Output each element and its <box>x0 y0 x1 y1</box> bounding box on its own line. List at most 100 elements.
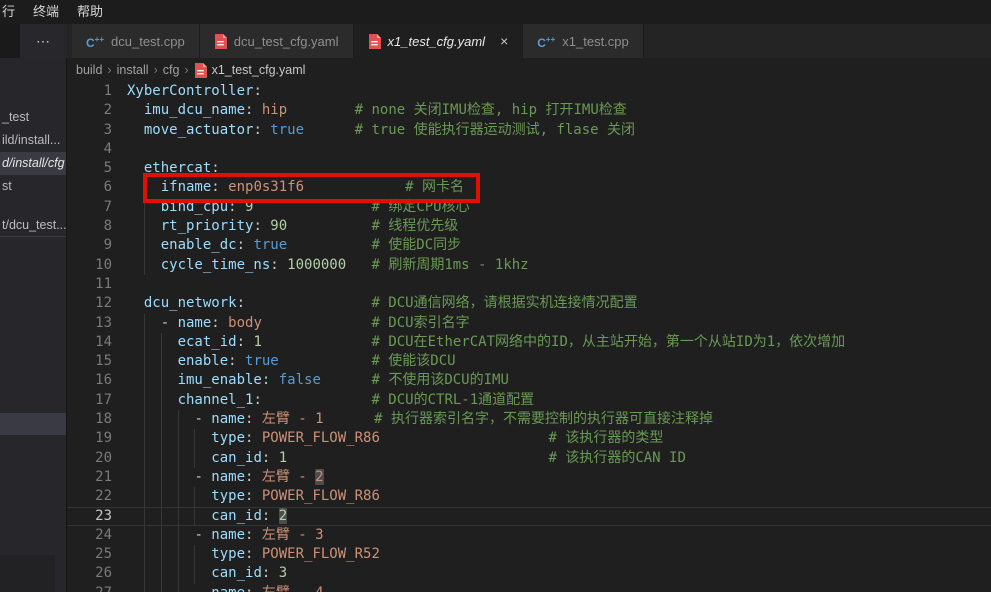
line-number: 25 <box>68 545 112 564</box>
indent-guide <box>144 352 145 371</box>
tab-label: dcu_test_cfg.yaml <box>234 34 339 49</box>
tab-x1_test_cfg.yaml[interactable]: x1_test_cfg.yaml × <box>354 24 524 58</box>
tab-label: x1_test_cfg.yaml <box>388 34 486 49</box>
indent-guide <box>144 314 145 333</box>
breadcrumb-segment-install[interactable]: install <box>117 63 149 77</box>
code-line-14[interactable]: 14 ecat_id: 1 # DCU在EtherCAT网络中的ID，从主站开始… <box>68 333 991 352</box>
sidebar-item[interactable]: _test <box>0 106 66 129</box>
line-content: move_actuator: true # true 使能执行器运动测试, fl… <box>112 121 635 140</box>
indent-guide <box>161 429 162 448</box>
tab-dcu_test_cfg.yaml[interactable]: dcu_test_cfg.yaml <box>200 24 354 58</box>
indent-guide <box>144 256 145 275</box>
line-content <box>112 275 127 294</box>
indent-guide <box>178 584 179 592</box>
line-number: 26 <box>68 564 112 583</box>
line-content: bind_cpu: 9 # 绑定CPU核心 <box>112 198 470 217</box>
line-number: 3 <box>68 121 112 140</box>
indent-guide <box>178 487 179 506</box>
code-line-13[interactable]: 13 - name: body # DCU索引名字 <box>68 314 991 333</box>
code-line-7[interactable]: 7 bind_cpu: 9 # 绑定CPU核心 <box>68 198 991 217</box>
sidebar-item[interactable]: st <box>0 175 66 198</box>
code-line-26[interactable]: 26 can_id: 3 <box>68 564 991 583</box>
code-line-6[interactable]: 6 ifname: enp0s31f6 # 网卡名 <box>68 178 991 197</box>
code-line-24[interactable]: 24 - name: 左臂 - 3 <box>68 526 991 545</box>
breadcrumb: build›install›cfg›x1_test_cfg.yaml <box>68 58 991 82</box>
line-content: can_id: 3 <box>112 564 287 583</box>
code-line-17[interactable]: 17 channel_1: # DCU的CTRL-1通道配置 <box>68 391 991 410</box>
indent-guide <box>161 507 162 526</box>
code-line-27[interactable]: 27 - name: 左臂 - 4 <box>68 584 991 592</box>
line-number: 8 <box>68 217 112 236</box>
line-number: 19 <box>68 429 112 448</box>
tab-x1_test.cpp[interactable]: C++x1_test.cpp <box>523 24 644 58</box>
line-number: 15 <box>68 352 112 371</box>
line-content: type: POWER_FLOW_R52 <box>112 545 380 564</box>
sidebar-item[interactable]: ild/install... <box>0 129 66 152</box>
indent-guide <box>144 391 145 410</box>
line-content: enable: true # 使能该DCU <box>112 352 456 371</box>
indent-guide <box>178 526 179 545</box>
indent-guide <box>194 487 195 506</box>
indent-guide <box>178 468 179 487</box>
indent-guide <box>144 449 145 468</box>
code-line-1[interactable]: 1XyberController: <box>68 82 991 101</box>
code-line-19[interactable]: 19 type: POWER_FLOW_R86 # 该执行器的类型 <box>68 429 991 448</box>
editor[interactable]: 1XyberController:2 imu_dcu_name: hip # n… <box>68 82 991 592</box>
menu-item-run[interactable]: 行 <box>0 0 24 24</box>
indent-guide <box>144 526 145 545</box>
line-content: enable_dc: true # 使能DC同步 <box>112 236 461 255</box>
line-number: 13 <box>68 314 112 333</box>
code-line-8[interactable]: 8 rt_priority: 90 # 线程优先级 <box>68 217 991 236</box>
sidebar-item[interactable]: t/dcu_test... <box>0 214 66 237</box>
chevron-right-icon: › <box>154 63 158 77</box>
line-content: type: POWER_FLOW_R86 <box>112 487 380 506</box>
menu-bar: 行 终端 帮助 <box>0 0 991 24</box>
indent-guide <box>178 507 179 526</box>
line-number: 6 <box>68 178 112 197</box>
more-actions-button[interactable]: ⋯ <box>20 24 67 58</box>
code-line-10[interactable]: 10 cycle_time_ns: 1000000 # 刷新周期1ms - 1k… <box>68 256 991 275</box>
line-number: 17 <box>68 391 112 410</box>
code-line-11[interactable]: 11 <box>68 275 991 294</box>
indent-guide <box>144 371 145 390</box>
breadcrumb-file[interactable]: x1_test_cfg.yaml <box>194 63 306 78</box>
breadcrumb-segment-build[interactable]: build <box>76 63 102 77</box>
code-line-4[interactable]: 4 <box>68 140 991 159</box>
menu-item-help[interactable]: 帮助 <box>68 0 112 24</box>
code-line-22[interactable]: 22 type: POWER_FLOW_R86 <box>68 487 991 506</box>
code-line-2[interactable]: 2 imu_dcu_name: hip # none 关闭IMU检查, hip … <box>68 101 991 120</box>
code-line-21[interactable]: 21 - name: 左臂 - 2 <box>68 468 991 487</box>
line-content: XyberController: <box>112 82 262 101</box>
code-line-16[interactable]: 16 imu_enable: false # 不使用该DCU的IMU <box>68 371 991 390</box>
code-line-12[interactable]: 12 dcu_network: # DCU通信网络，请根据实机连接情况配置 <box>68 294 991 313</box>
line-number: 22 <box>68 487 112 506</box>
close-icon[interactable]: × <box>500 34 508 48</box>
sidebar-highlight-row[interactable] <box>0 413 67 435</box>
code-line-25[interactable]: 25 type: POWER_FLOW_R52 <box>68 545 991 564</box>
line-content: can_id: 1 # 该执行器的CAN ID <box>112 449 686 468</box>
indent-guide <box>144 429 145 448</box>
breadcrumb-segment-cfg[interactable]: cfg <box>163 63 180 77</box>
code-line-15[interactable]: 15 enable: true # 使能该DCU <box>68 352 991 371</box>
sidebar-item[interactable]: d/install/cfg <box>0 152 66 175</box>
line-content: ethercat: <box>112 159 220 178</box>
line-number: 12 <box>68 294 112 313</box>
code-line-18[interactable]: 18 - name: 左臂 - 1 # 执行器索引名字，不需要控制的执行器可直接… <box>68 410 991 429</box>
sidebar-bottom-block <box>0 555 55 592</box>
line-content: cycle_time_ns: 1000000 # 刷新周期1ms - 1khz <box>112 256 529 275</box>
chevron-right-icon: › <box>107 63 111 77</box>
code-line-9[interactable]: 9 enable_dc: true # 使能DC同步 <box>68 236 991 255</box>
code-line-20[interactable]: 20 can_id: 1 # 该执行器的CAN ID <box>68 449 991 468</box>
indent-guide <box>161 391 162 410</box>
tab-dcu_test.cpp[interactable]: C++dcu_test.cpp <box>72 24 200 58</box>
activity-bar-remnant <box>0 24 20 58</box>
menu-item-terminal[interactable]: 终端 <box>24 0 68 24</box>
line-content: imu_enable: false # 不使用该DCU的IMU <box>112 371 509 390</box>
line-number: 14 <box>68 333 112 352</box>
code-line-3[interactable]: 3 move_actuator: true # true 使能执行器运动测试, … <box>68 121 991 140</box>
code-line-23[interactable]: 23 can_id: 2 <box>68 507 991 526</box>
line-number: 16 <box>68 371 112 390</box>
code-line-5[interactable]: 5 ethercat: <box>68 159 991 178</box>
indent-guide <box>161 468 162 487</box>
line-number: 27 <box>68 584 112 592</box>
